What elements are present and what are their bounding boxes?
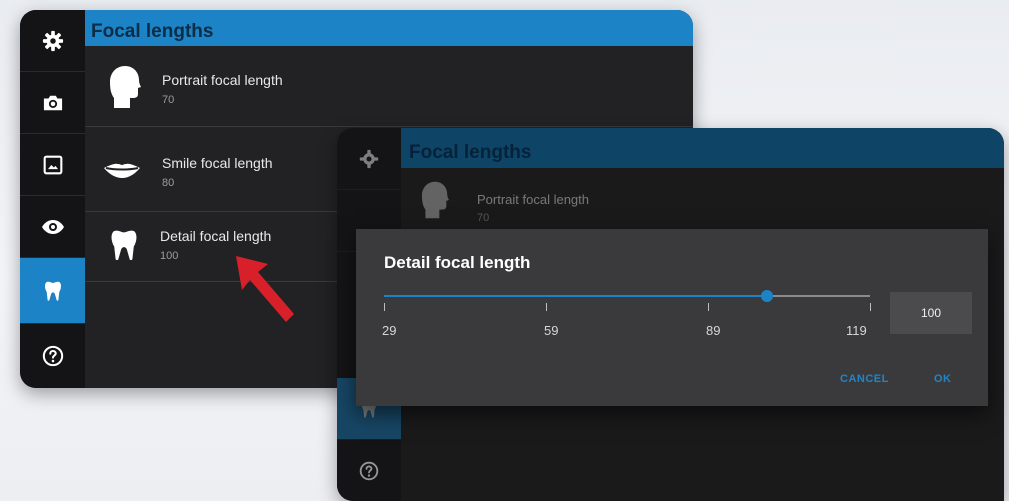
sidebar-item-help[interactable] bbox=[337, 440, 401, 501]
tooth-icon bbox=[111, 230, 137, 261]
camera-icon bbox=[43, 95, 62, 110]
pointer-arrow-icon bbox=[236, 256, 294, 322]
head-icon bbox=[110, 66, 141, 108]
sidebar bbox=[20, 10, 85, 388]
eye-icon bbox=[41, 219, 64, 234]
item-title: Portrait focal length bbox=[477, 192, 590, 207]
item-value: 80 bbox=[162, 177, 175, 189]
focal-length-dialog: Detail focal length 29 59 89 119 100 CANCEL… bbox=[356, 229, 988, 406]
page-title-bar: Focal lengths bbox=[401, 128, 1004, 168]
slider-tick bbox=[870, 303, 871, 311]
sidebar-item-help[interactable] bbox=[20, 324, 85, 388]
item-title: Smile focal length bbox=[162, 155, 273, 171]
page-title-bar: Focal lengths bbox=[85, 10, 693, 46]
page-title: Focal lengths bbox=[409, 142, 532, 163]
sidebar-item-camera[interactable] bbox=[20, 72, 85, 134]
sidebar-item-settings[interactable] bbox=[337, 128, 401, 190]
help-icon bbox=[359, 461, 379, 480]
item-value: 70 bbox=[477, 212, 490, 224]
help-icon bbox=[42, 345, 63, 367]
item-value: 100 bbox=[160, 250, 179, 262]
list-item-portrait[interactable]: Portrait focal length 70 bbox=[401, 168, 1004, 228]
slider-tick bbox=[384, 303, 385, 311]
slider-tick-label: 59 bbox=[544, 323, 559, 338]
slider-tick bbox=[546, 303, 547, 311]
gear-icon bbox=[359, 149, 379, 168]
list-item-portrait[interactable]: Portrait focal length 70 bbox=[85, 46, 693, 127]
slider-tick bbox=[708, 303, 709, 311]
lips-icon bbox=[104, 163, 140, 178]
image-icon bbox=[43, 155, 62, 174]
tooth-icon bbox=[44, 281, 61, 301]
focal-length-value-field[interactable]: 100 bbox=[890, 292, 972, 334]
item-value: 70 bbox=[162, 94, 175, 106]
head-icon bbox=[421, 181, 449, 219]
dialog-title: Detail focal length bbox=[384, 253, 531, 272]
slider-tick-label: 119 bbox=[846, 323, 867, 338]
ok-button[interactable]: OK bbox=[934, 373, 952, 385]
gear-icon bbox=[42, 30, 63, 51]
sidebar-item-view[interactable] bbox=[20, 196, 85, 258]
cancel-button[interactable]: CANCEL bbox=[840, 373, 889, 385]
page-title: Focal lengths bbox=[91, 21, 214, 42]
item-title: Detail focal length bbox=[160, 228, 272, 244]
sidebar-item-settings[interactable] bbox=[20, 10, 85, 72]
slider-thumb[interactable] bbox=[761, 290, 774, 302]
slider-fill bbox=[384, 295, 768, 297]
slider-tick-label: 89 bbox=[706, 323, 721, 338]
slider-tick-label: 29 bbox=[382, 323, 397, 338]
item-title: Portrait focal length bbox=[162, 72, 283, 88]
sidebar-item-gallery[interactable] bbox=[20, 134, 85, 196]
sidebar-item-dental[interactable] bbox=[20, 258, 85, 324]
